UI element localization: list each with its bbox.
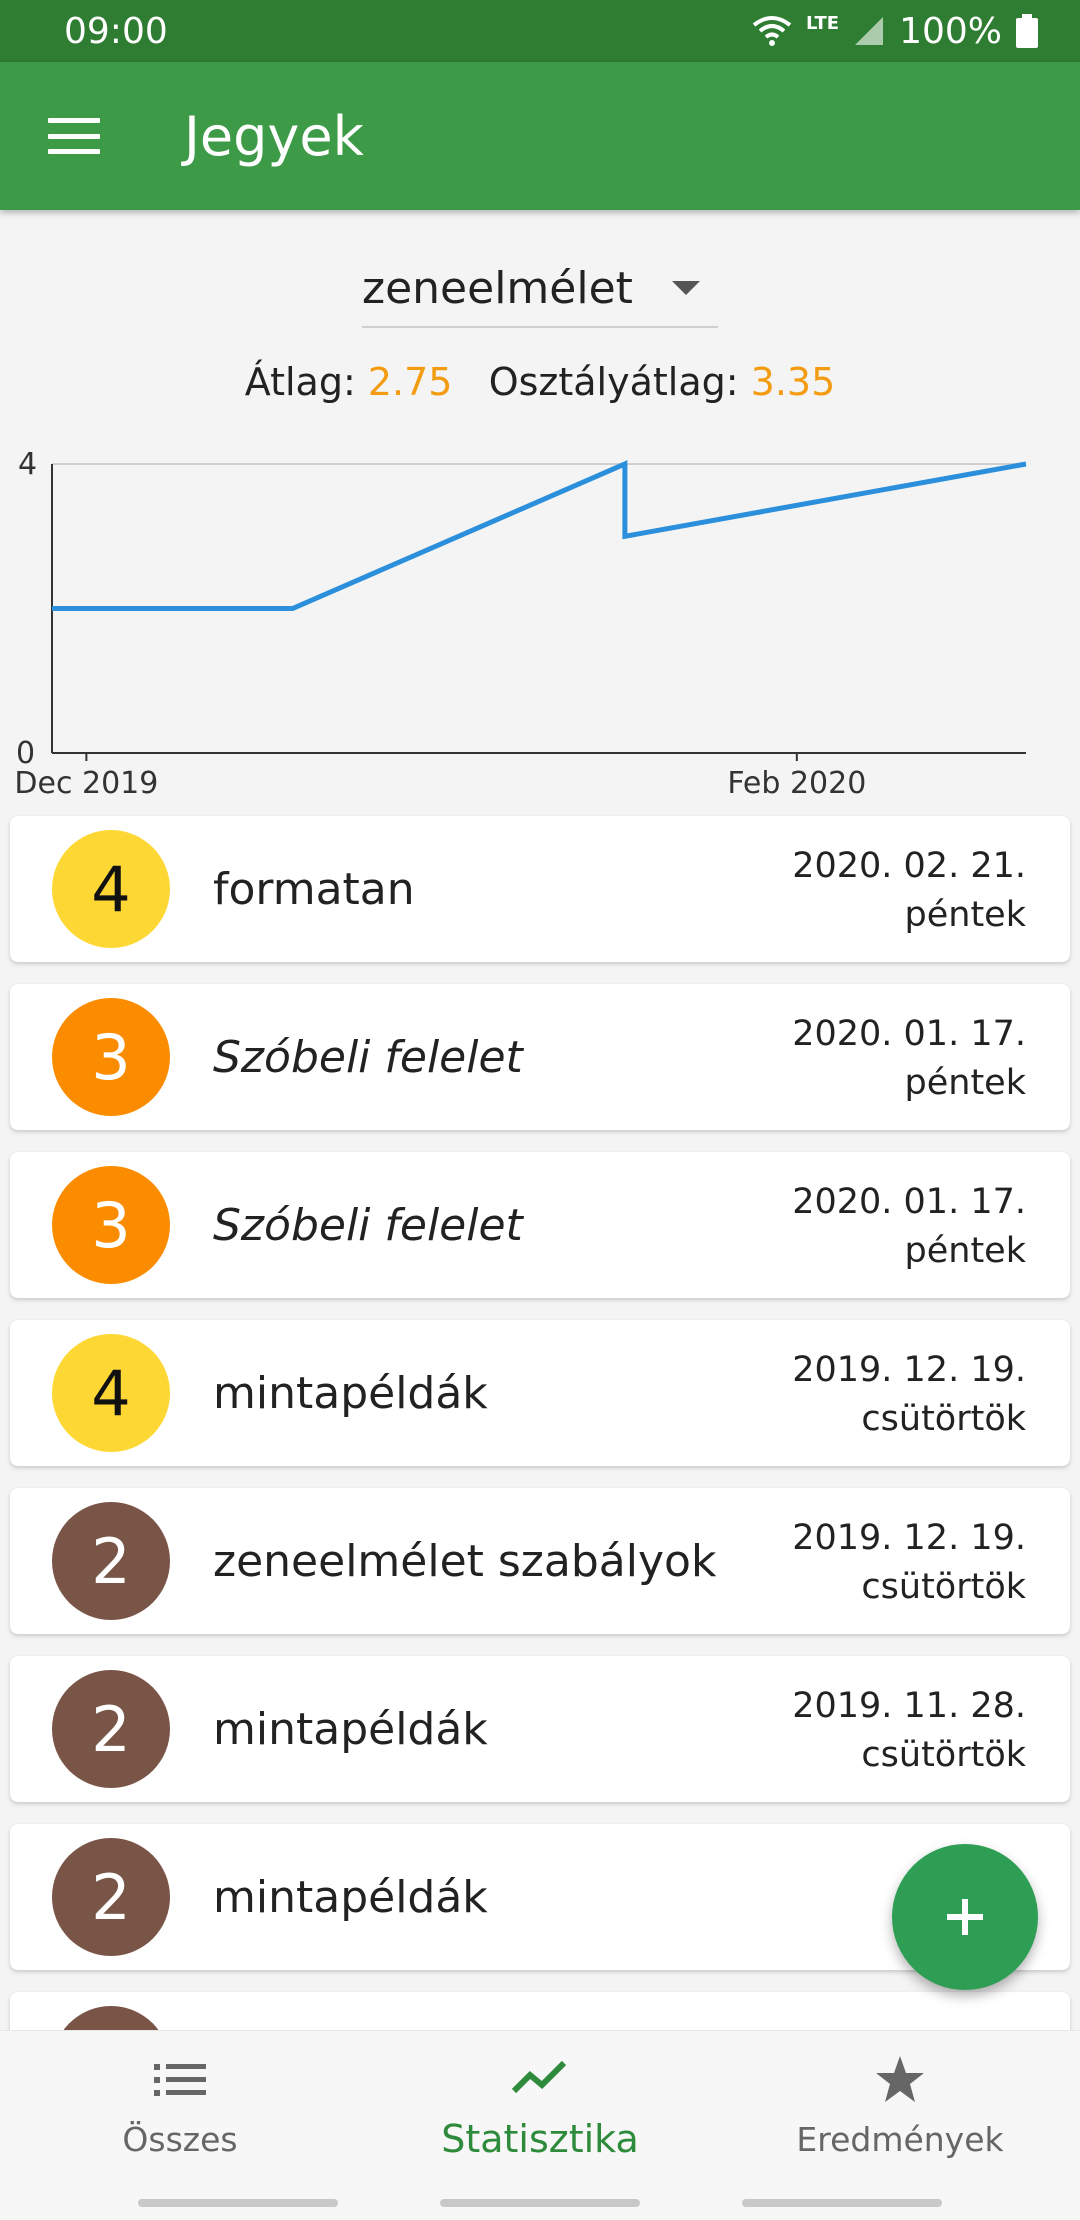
add-grade-button[interactable] bbox=[892, 1844, 1038, 1990]
nav-label-osszes: Összes bbox=[122, 2119, 238, 2159]
page-title: Jegyek bbox=[184, 104, 364, 168]
grade-badge: 3 bbox=[52, 998, 170, 1116]
grade-badge: 4 bbox=[52, 830, 170, 948]
grade-date: 2019. 12. 19. bbox=[792, 1350, 1026, 1390]
gesture-bar-left bbox=[138, 2199, 338, 2207]
chart-series-line bbox=[52, 460, 1027, 611]
wifi-icon bbox=[752, 16, 792, 46]
grade-date-block: 2019. 12. 19. csütörtök bbox=[792, 1514, 1026, 1612]
star-icon bbox=[876, 2055, 924, 2102]
grade-card[interactable]: 2 zeneelmélet szabályok 2019. 12. 19. csütö… bbox=[10, 1488, 1070, 1634]
grade-card[interactable]: 4 formatan 2020. 02. 21. péntek bbox=[10, 816, 1070, 962]
class-average-value: 3.35 bbox=[750, 360, 836, 404]
battery-icon bbox=[1016, 14, 1038, 48]
grade-description: formatan bbox=[213, 863, 415, 915]
grade-card[interactable]: 3 Szóbeli felelet 2020. 01. 17. péntek bbox=[10, 984, 1070, 1130]
trending-icon bbox=[512, 2060, 567, 2094]
grade-badge: 3 bbox=[52, 1166, 170, 1284]
average-label: Átlag: bbox=[244, 360, 356, 404]
nav-item-statisztika[interactable]: Statisztika bbox=[360, 2031, 720, 2181]
grade-card[interactable]: 4 mintapéldák 2019. 12. 19. csütörtök bbox=[10, 1320, 1070, 1466]
menu-icon[interactable] bbox=[48, 118, 100, 154]
grade-date: 2019. 12. 19. bbox=[792, 1518, 1026, 1558]
status-bar: 09:00 LTE 100% bbox=[0, 0, 1080, 62]
list-icon bbox=[154, 2063, 206, 2096]
nav-label-statisztika: Statisztika bbox=[441, 2117, 639, 2161]
grade-badge: 2 bbox=[52, 1502, 170, 1620]
grade-date: 2020. 01. 17. bbox=[792, 1182, 1026, 1222]
nav-item-eredmenyek[interactable]: Eredmények bbox=[720, 2031, 1080, 2181]
grade-weekday: péntek bbox=[904, 1063, 1026, 1103]
gesture-bar-center bbox=[440, 2199, 640, 2207]
grade-description: mintapéldák bbox=[213, 1703, 488, 1755]
status-time: 09:00 bbox=[64, 10, 168, 52]
grade-weekday: péntek bbox=[904, 1231, 1026, 1271]
grade-date-block: 2020. 02. 21. péntek bbox=[792, 842, 1026, 940]
status-icons: LTE 100% bbox=[752, 11, 1038, 52]
grade-card[interactable]: 2 mintapéldák 2019. 11. 28. csütörtök bbox=[10, 1656, 1070, 1802]
averages-row: Átlag: 2.75 Osztályátlag: 3.35 bbox=[0, 360, 1080, 404]
grade-date: 2019. 11. 28. bbox=[792, 1686, 1026, 1726]
class-average-label: Osztályátlag: bbox=[488, 360, 739, 404]
bottom-navigation: Összes Statisztika Eredmények bbox=[0, 2030, 1080, 2220]
grade-date: 2020. 02. 21. bbox=[792, 846, 1026, 886]
grade-badge: 2 bbox=[52, 1838, 170, 1956]
grade-description: mintapéldák bbox=[213, 1871, 488, 1923]
grade-description: zeneelmélet szabályok bbox=[213, 1535, 717, 1587]
grade-date-block: 2020. 01. 17. péntek bbox=[792, 1178, 1026, 1276]
grade-badge: 2 bbox=[52, 1670, 170, 1788]
subject-dropdown[interactable]: zeneelmélet bbox=[362, 250, 718, 328]
signal-icon bbox=[855, 17, 884, 45]
app-bar: Jegyek bbox=[0, 62, 1080, 210]
subject-selected: zeneelmélet bbox=[362, 262, 633, 314]
grade-chart: 40Dec 2019 Feb 2020 bbox=[14, 447, 1027, 801]
network-type: LTE bbox=[806, 12, 840, 34]
grade-description: Szóbeli felelet bbox=[213, 1031, 523, 1083]
grade-weekday: csütörtök bbox=[861, 1567, 1026, 1607]
grade-date-block: 2019. 11. 28. csütörtök bbox=[792, 1682, 1026, 1780]
grade-weekday: péntek bbox=[904, 895, 1026, 935]
grade-weekday: csütörtök bbox=[861, 1735, 1026, 1775]
chart-x-tick-label: Feb 2020 bbox=[727, 766, 866, 801]
chart-x-tick-label: Dec 2019 bbox=[14, 766, 158, 801]
grade-date: 2020. 01. 17. bbox=[792, 1014, 1026, 1054]
gesture-bar-right bbox=[742, 2199, 942, 2207]
grade-description: Szóbeli felelet bbox=[213, 1199, 523, 1251]
grade-description: mintapéldák bbox=[213, 1367, 488, 1419]
average-value: 2.75 bbox=[367, 360, 453, 404]
chart-y-tick-label: 4 bbox=[18, 447, 37, 482]
plus-icon bbox=[947, 1899, 983, 1935]
nav-label-eredmenyek: Eredmények bbox=[796, 2119, 1004, 2159]
grade-date-block: 2020. 01. 17. péntek bbox=[792, 1010, 1026, 1108]
grade-weekday: csütörtök bbox=[861, 1399, 1026, 1439]
grade-card[interactable]: 3 Szóbeli felelet 2020. 01. 17. péntek bbox=[10, 1152, 1070, 1298]
grade-date-block: 2019. 12. 19. csütörtök bbox=[792, 1346, 1026, 1444]
grade-badge: 4 bbox=[52, 1334, 170, 1452]
nav-item-osszes[interactable]: Összes bbox=[0, 2031, 360, 2181]
dropdown-arrow-icon bbox=[672, 281, 700, 295]
battery-level: 100% bbox=[899, 10, 1002, 52]
